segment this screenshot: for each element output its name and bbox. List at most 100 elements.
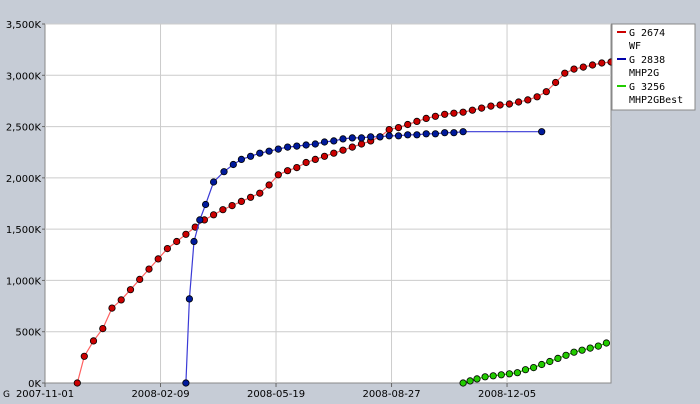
data-point	[459, 108, 467, 116]
data-point	[450, 129, 458, 137]
data-point	[136, 275, 144, 283]
data-point	[497, 371, 505, 379]
data-point	[404, 131, 412, 139]
data-point	[562, 351, 570, 359]
data-point	[570, 65, 578, 73]
data-point	[348, 134, 356, 142]
data-point	[229, 160, 237, 169]
y-tick-label: 500K	[15, 328, 41, 339]
y-tick-label: 2,000K	[6, 174, 42, 185]
data-point	[73, 379, 81, 387]
data-point	[542, 88, 550, 96]
data-point	[602, 339, 611, 347]
data-point	[293, 142, 301, 150]
data-point	[431, 112, 439, 120]
data-point	[256, 149, 264, 157]
data-point	[339, 146, 347, 154]
data-point	[311, 140, 319, 148]
legend-label-line2: MHP2G	[629, 68, 659, 79]
data-point	[586, 344, 594, 352]
data-point	[237, 155, 245, 163]
data-point	[413, 117, 421, 126]
data-point	[202, 200, 210, 209]
data-point	[302, 158, 310, 167]
data-point	[247, 193, 255, 201]
data-point	[173, 237, 181, 246]
data-point	[570, 348, 578, 356]
data-point	[459, 379, 467, 387]
data-point	[330, 149, 338, 157]
y-tick-label: 3,500K	[6, 20, 42, 31]
data-point	[265, 181, 273, 189]
data-point	[598, 59, 606, 67]
data-point	[302, 141, 310, 149]
data-point	[320, 138, 329, 146]
x-tick-label: 2008-08-27	[362, 389, 420, 400]
data-point	[481, 373, 489, 381]
data-point	[283, 167, 292, 175]
data-point	[578, 346, 586, 354]
legend: G 2674 WF G 2838 MHP2G G 3256 MHP2GBest	[611, 23, 696, 111]
data-point	[538, 360, 546, 369]
y-tick-label: 1,000K	[6, 276, 42, 287]
data-point	[311, 155, 319, 163]
data-point	[117, 296, 125, 304]
data-point	[145, 265, 153, 273]
data-point	[546, 357, 554, 366]
data-point	[579, 63, 587, 71]
data-point	[594, 342, 602, 350]
data-point	[348, 143, 356, 151]
data-point	[182, 230, 190, 238]
legend-label-line1: G 3256	[629, 82, 665, 93]
data-point	[376, 133, 384, 141]
data-point	[422, 114, 430, 123]
data-point	[228, 202, 236, 210]
data-point	[394, 124, 403, 132]
data-point	[357, 140, 366, 148]
data-point	[466, 377, 474, 385]
data-point	[513, 369, 522, 377]
data-point	[533, 93, 541, 101]
data-point	[413, 131, 421, 139]
data-point	[196, 216, 204, 224]
x-tick-label: 2008-02-09	[131, 389, 189, 400]
data-point	[283, 143, 292, 151]
data-point	[489, 372, 497, 380]
data-point	[487, 102, 495, 110]
data-point	[529, 363, 538, 372]
x-tick-label: 2007-11-01	[16, 389, 74, 400]
data-point	[554, 354, 562, 362]
data-point	[357, 134, 366, 142]
plot-area	[44, 23, 612, 384]
data-point	[551, 78, 560, 87]
data-point	[210, 178, 218, 186]
data-point	[210, 211, 218, 219]
data-point	[538, 128, 546, 136]
data-point	[247, 152, 255, 160]
data-point	[524, 96, 532, 104]
data-point	[339, 135, 347, 143]
data-point	[422, 130, 430, 138]
x-tick-label: 2008-05-19	[247, 389, 305, 400]
legend-label-line2: MHP2GBest	[629, 95, 683, 106]
data-point	[185, 295, 193, 303]
line-chart: 0K500K1,000K1,500K2,000K2,500K3,000K3,50…	[0, 0, 700, 400]
y-tick-label: 1,500K	[6, 225, 42, 236]
legend-label-line2: WF	[629, 41, 641, 52]
data-point	[163, 245, 171, 253]
corner-glyph: G	[3, 390, 10, 400]
data-point	[468, 106, 476, 114]
data-point	[126, 286, 135, 294]
data-point	[190, 237, 198, 246]
y-tick-label: 3,000K	[6, 71, 42, 82]
data-point	[265, 147, 273, 155]
data-point	[561, 69, 569, 77]
data-point	[367, 133, 375, 141]
data-point	[521, 366, 530, 374]
data-point	[473, 375, 481, 383]
data-point	[274, 145, 282, 153]
data-point	[385, 132, 393, 140]
data-point	[293, 164, 301, 172]
chart-container: 0K 500K 1,000K 1,500K 2,000K 2,500K 3,000K 3,50…	[0, 0, 700, 400]
data-point	[459, 128, 467, 136]
